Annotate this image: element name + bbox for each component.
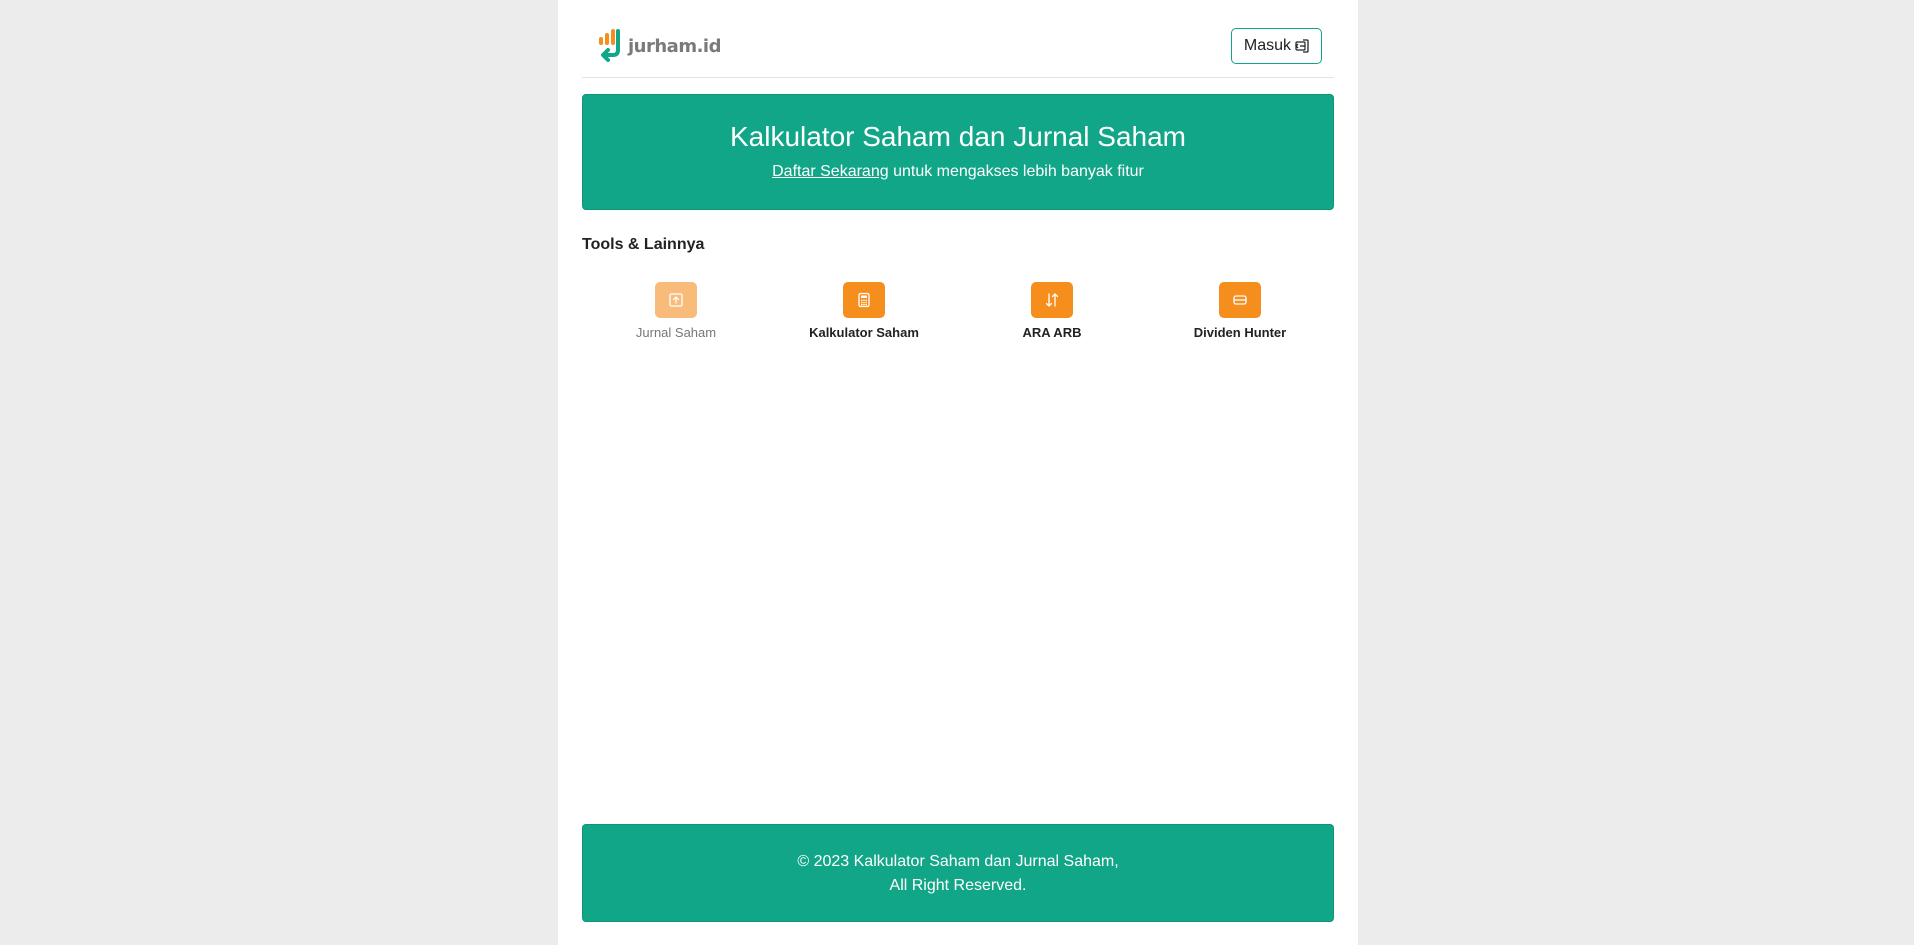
journal-upload-icon bbox=[655, 282, 697, 318]
login-icon bbox=[1295, 39, 1309, 53]
hero-banner: Kalkulator Saham dan Jurnal Saham Daftar… bbox=[582, 94, 1334, 210]
footer-copyright: © 2023 Kalkulator Saham dan Jurnal Saham… bbox=[797, 853, 1119, 870]
logo[interactable]: jurham.id bbox=[596, 28, 721, 64]
hero-subtitle: Daftar Sekarang untuk mengakses lebih ba… bbox=[583, 161, 1333, 183]
tools-grid: Jurnal Saham Kalkulator Saham ARA ARB Di… bbox=[582, 282, 1334, 340]
hero-title: Kalkulator Saham dan Jurnal Saham bbox=[729, 121, 1187, 152]
tool-kalkulator-saham[interactable]: Kalkulator Saham bbox=[770, 282, 958, 340]
login-label: Masuk bbox=[1243, 37, 1291, 54]
tools-section-title: Tools & Lainnya bbox=[582, 236, 705, 253]
hero-subtitle-text: untuk mengakses lebih banyak fitur bbox=[888, 163, 1144, 180]
dividend-icon bbox=[1219, 282, 1261, 318]
logo-text: jurham.id bbox=[628, 35, 721, 57]
tool-dividen-hunter[interactable]: Dividen Hunter bbox=[1146, 282, 1334, 340]
calculator-icon bbox=[843, 282, 885, 318]
register-link[interactable]: Daftar Sekarang bbox=[772, 163, 889, 180]
tool-label: ARA ARB bbox=[1022, 325, 1082, 340]
header: jurham.id Masuk bbox=[582, 0, 1334, 78]
tool-jurnal-saham[interactable]: Jurnal Saham bbox=[582, 282, 770, 340]
tool-label: Kalkulator Saham bbox=[809, 325, 919, 340]
tool-label: Dividen Hunter bbox=[1193, 325, 1287, 340]
tool-ara-arb[interactable]: ARA ARB bbox=[958, 282, 1146, 340]
logo-icon bbox=[599, 29, 620, 62]
footer-rights: All Right Reserved. bbox=[889, 877, 1027, 894]
footer: © 2023 Kalkulator Saham dan Jurnal Saham… bbox=[582, 824, 1334, 922]
tool-label: Jurnal Saham bbox=[635, 325, 717, 340]
page-container: jurham.id Masuk Kalkulator Saham dan Jur… bbox=[558, 0, 1358, 945]
login-button[interactable]: Masuk bbox=[1230, 28, 1322, 64]
up-down-arrows-icon bbox=[1031, 282, 1073, 318]
